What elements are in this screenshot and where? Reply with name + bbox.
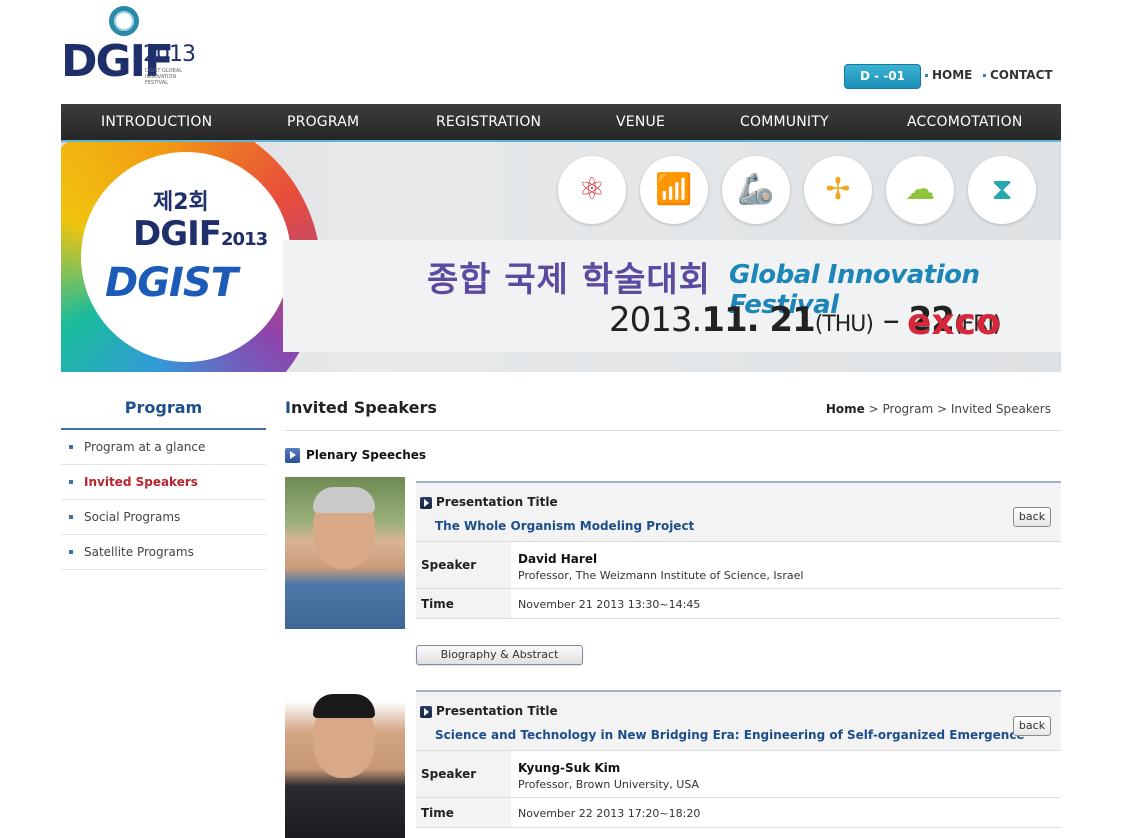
presentation-title-box: Presentation Title The Whole Organism Mo…: [416, 483, 1061, 542]
main-nav: INTRODUCTION PROGRAM REGISTRATION VENUE …: [61, 104, 1061, 142]
presentation-title: Science and Technology in New Bridging E…: [435, 728, 1025, 742]
page-title: Invited Speakers: [285, 398, 437, 417]
brain-icon: ☁: [886, 156, 954, 224]
antenna-icon: 📶: [640, 156, 708, 224]
breadcrumb: Home > Program > Invited Speakers: [825, 402, 1051, 416]
sidebar: Program Program at a glance Invited Spea…: [61, 390, 266, 570]
back-button[interactable]: back: [1013, 716, 1051, 736]
nav-introduction[interactable]: INTRODUCTION: [101, 104, 212, 140]
time-label: Time: [416, 798, 511, 827]
breadcrumb-home[interactable]: Home: [826, 402, 865, 416]
biography-abstract-button[interactable]: Biography & Abstract: [416, 645, 583, 665]
sidebar-item-social-programs[interactable]: Social Programs: [61, 500, 266, 535]
time-value: November 21 2013 13:30~14:45: [518, 598, 701, 611]
dgif-logo[interactable]: DGIF 2013 DGIST GLOBAL INNOVATION FESTIV…: [61, 6, 196, 90]
breadcrumb-current: Invited Speakers: [950, 402, 1051, 416]
nav-program[interactable]: PROGRAM: [287, 104, 359, 140]
presentation-title-box: Presentation Title Science and Technolog…: [416, 692, 1061, 751]
logo-year: 2013: [143, 42, 196, 67]
sidebar-item-invited-speakers[interactable]: Invited Speakers: [61, 465, 266, 500]
speaker-label: Speaker: [416, 751, 511, 797]
sidebar-title: Program: [61, 390, 266, 430]
play-arrow-icon: [420, 496, 432, 509]
banner-dgist: DGIST: [105, 260, 238, 306]
nav-accomotation[interactable]: ACCOMOTATION: [907, 104, 1023, 140]
bullet-icon: [69, 515, 73, 519]
speaker-row: Speaker Kyung-Suk Kim Professor, Brown U…: [416, 751, 1061, 798]
dna-icon: ⧗: [968, 156, 1036, 224]
speaker-label: Speaker: [416, 542, 511, 588]
back-button[interactable]: back: [1013, 507, 1051, 527]
bullet-icon: [69, 480, 73, 484]
sidebar-item-satellite-programs[interactable]: Satellite Programs: [61, 535, 266, 570]
presentation-title-label: Presentation Title: [420, 495, 558, 509]
banner-title-korean: 종합 국제 학술대회: [427, 260, 711, 300]
speaker-name: Kyung-Suk Kim: [518, 761, 621, 775]
wind-turbine-icon: ✢: [804, 156, 872, 224]
time-row: Time November 21 2013 13:30~14:45: [416, 589, 1061, 619]
home-link[interactable]: HOME: [925, 68, 972, 82]
atom-icon: ⚛: [558, 156, 626, 224]
speaker-affiliation: Professor, Brown University, USA: [518, 778, 700, 791]
speaker-info: Presentation Title Science and Technolog…: [416, 690, 1061, 828]
robot-arm-icon: 🦾: [722, 156, 790, 224]
speaker-photo: [285, 686, 405, 838]
banner-edition: 제2회: [153, 190, 209, 215]
speaker-info: Presentation Title The Whole Organism Mo…: [416, 481, 1061, 619]
exco-logo: exco: [907, 302, 1001, 343]
breadcrumb-program[interactable]: Program: [883, 402, 934, 416]
presentation-title: The Whole Organism Modeling Project: [435, 519, 695, 533]
bullet-icon: [69, 550, 73, 554]
nav-registration[interactable]: REGISTRATION: [436, 104, 541, 140]
hero-banner: 제2회 DGIF2013 DGIST 종합 국제 학술대회 Global Inn…: [61, 142, 1061, 372]
divider: [285, 430, 1061, 431]
contact-link[interactable]: CONTACT: [983, 68, 1053, 82]
speaker-row: Speaker David Harel Professor, The Weizm…: [416, 542, 1061, 589]
speaker-name: David Harel: [518, 552, 598, 566]
logo-ring-icon: [109, 6, 139, 36]
bullet-icon: [925, 74, 928, 77]
sidebar-item-program-at-a-glance[interactable]: Program at a glance: [61, 430, 266, 465]
presentation-title-label: Presentation Title: [420, 704, 558, 718]
section-heading: Plenary Speeches: [285, 448, 426, 463]
nav-community[interactable]: COMMUNITY: [740, 104, 829, 140]
time-value: November 22 2013 17:20~18:20: [518, 807, 701, 820]
bullet-icon: [69, 445, 73, 449]
time-label: Time: [416, 589, 511, 618]
speaker-affiliation: Professor, The Weizmann Institute of Sci…: [518, 569, 804, 582]
time-row: Time November 22 2013 17:20~18:20: [416, 798, 1061, 828]
d-day-badge: D - -01: [844, 64, 921, 89]
bullet-icon: [983, 74, 986, 77]
play-arrow-icon: [285, 448, 300, 463]
banner-logo-word: DGIF2013: [133, 214, 268, 254]
nav-venue[interactable]: VENUE: [616, 104, 665, 140]
play-arrow-icon: [420, 705, 432, 718]
speaker-photo: [285, 477, 405, 629]
logo-tagline: DGIST GLOBAL INNOVATION FESTIVAL: [145, 68, 183, 86]
